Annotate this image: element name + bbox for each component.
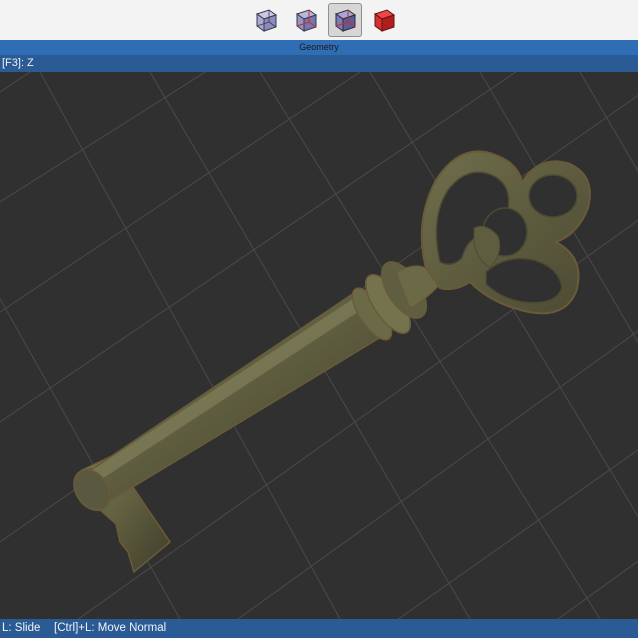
geometry-panel-title: Geometry — [0, 40, 638, 56]
viewport-canvas[interactable] — [0, 72, 638, 619]
status-hint-move-normal: [Ctrl]+L: Move Normal — [54, 622, 167, 634]
3d-viewport[interactable] — [0, 72, 638, 619]
view-mode-toolbar — [0, 0, 638, 40]
viewport-label: [F3]: Z — [2, 57, 34, 69]
solid-red-cube-icon — [373, 9, 396, 32]
shaded-cube-icon — [334, 9, 357, 32]
shaded-wire-cube-button[interactable] — [289, 3, 323, 37]
shaded-cube-button[interactable] — [328, 3, 362, 37]
status-bar: L: Slide [Ctrl]+L: Move Normal — [0, 619, 638, 638]
wireframe-cube-button[interactable] — [249, 3, 283, 37]
key-model[interactable] — [66, 150, 591, 574]
wireframe-cube-icon — [255, 9, 278, 32]
viewport-header: [F3]: Z — [0, 55, 638, 72]
status-hint-slide: L: Slide — [2, 622, 41, 634]
shaded-wire-cube-icon — [295, 9, 318, 32]
solid-red-cube-button[interactable] — [367, 3, 401, 37]
